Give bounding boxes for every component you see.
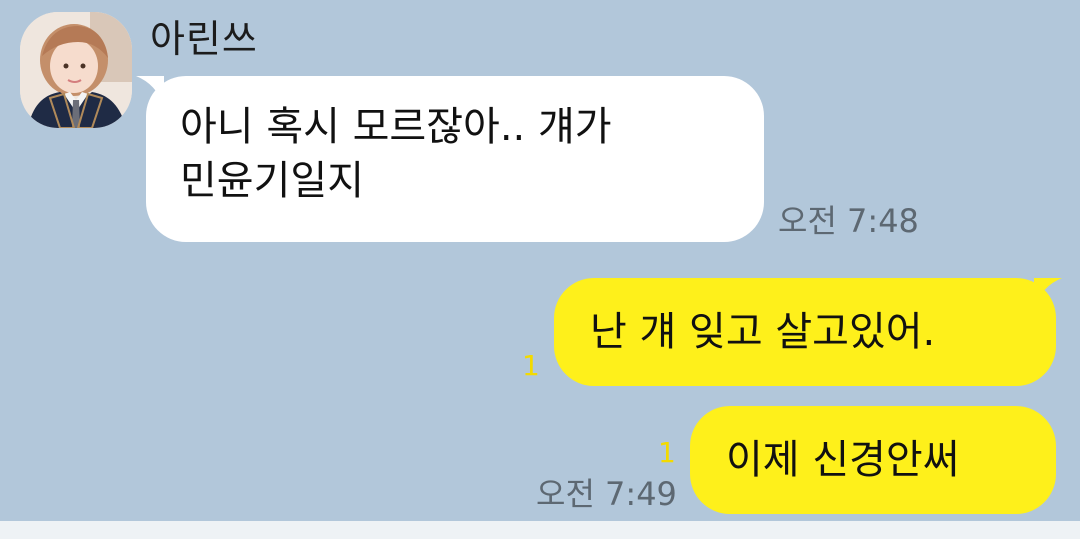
avatar-photo-icon: [20, 12, 132, 128]
message-timestamp: 오전 7:49: [536, 475, 677, 513]
message-timestamp: 오전 7:48: [778, 202, 919, 240]
unread-count-badge: 1: [658, 436, 676, 469]
message-text-line: 민윤기일지: [180, 158, 364, 204]
unread-count-badge: 1: [522, 349, 540, 382]
message-bubble-outgoing[interactable]: 이제 신경안써: [690, 406, 1056, 514]
input-bar-edge: [0, 521, 1080, 539]
message-text-line: 아니 혹시 모르잖아.. 걔가: [180, 104, 612, 150]
message-text: 난 걔 잊고 살고있어.: [590, 309, 936, 355]
message-bubble-incoming[interactable]: 아니 혹시 모르잖아.. 걔가 민윤기일지: [146, 76, 764, 242]
sender-avatar[interactable]: [20, 12, 132, 128]
message-bubble-outgoing[interactable]: 난 걔 잊고 살고있어.: [554, 278, 1056, 386]
chat-area: 아린쓰 아니 혹시 모르잖아.. 걔가 민윤기일지 오전 7:48 난 걔 잊고…: [0, 0, 1080, 539]
message-text: 이제 신경안써: [726, 437, 960, 483]
sender-name: 아린쓰: [150, 17, 258, 61]
